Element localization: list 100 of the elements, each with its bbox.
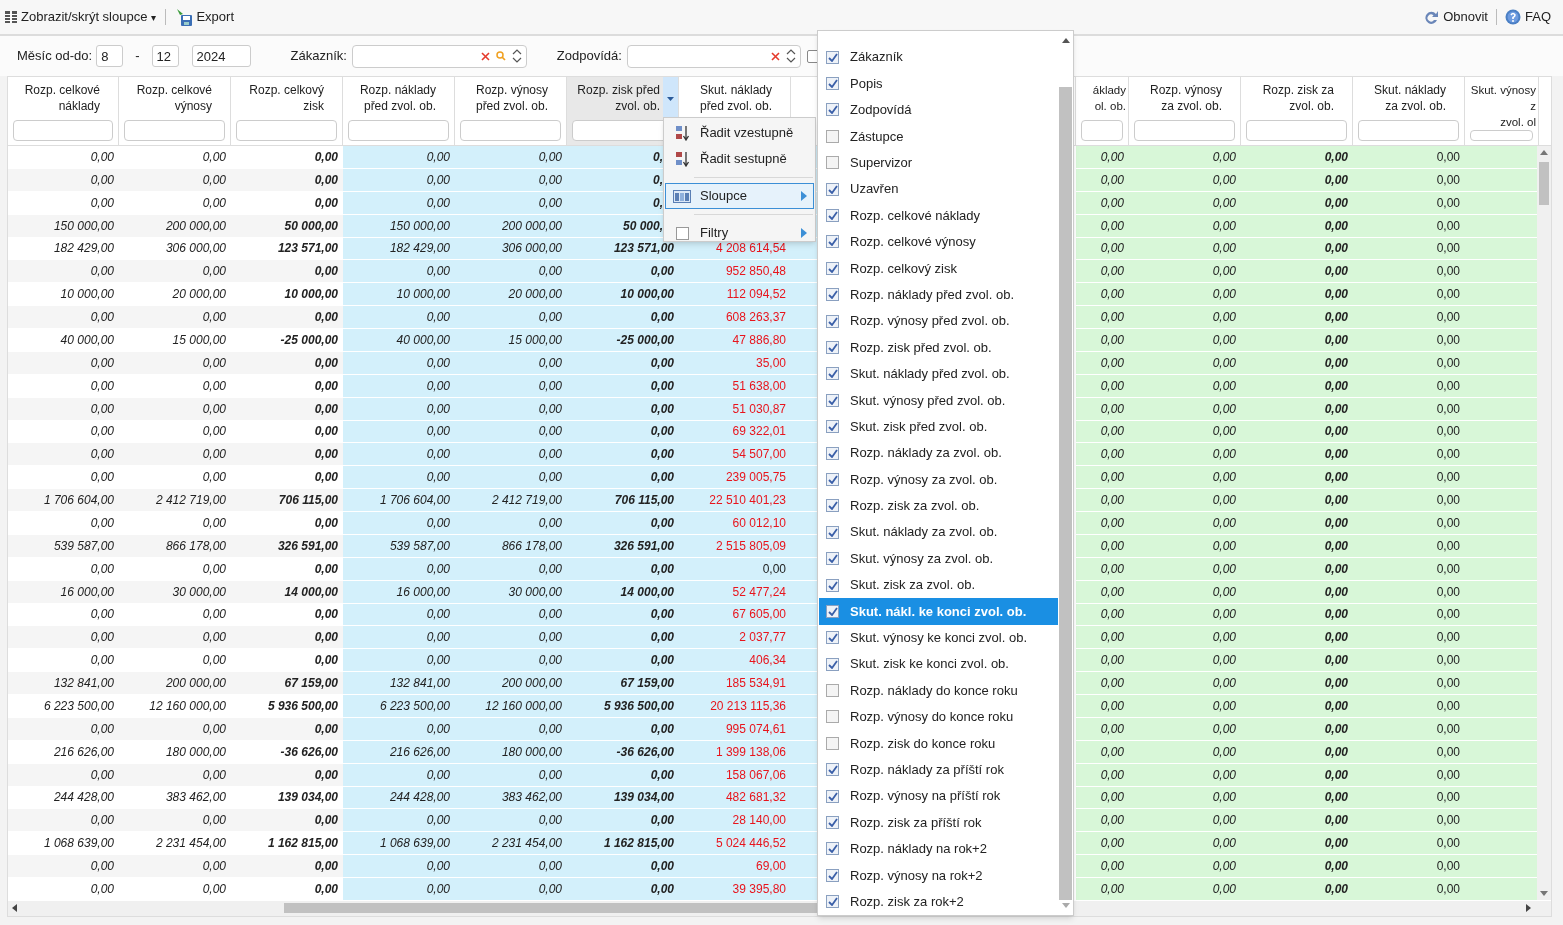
table-cell: 0,00 [567, 512, 679, 535]
table-cell: 0,00 [1353, 626, 1465, 650]
refresh-button[interactable]: Obnovit [1424, 4, 1488, 30]
table-cell: 0,00 [1353, 306, 1465, 329]
table-cell: 0,00 [1076, 351, 1129, 375]
table-cell: 0,00 [343, 168, 455, 192]
column-header[interactable]: Skut. výnosy z zvol. ol [1465, 77, 1538, 130]
menu-item[interactable]: Skut. zisk před zvol. ob. [819, 413, 1058, 440]
column-header[interactable]: Rozp. celkový zisk [231, 77, 342, 114]
menu-item[interactable]: Řadit vzestupně [665, 120, 814, 146]
menu-item[interactable]: Zákazník [819, 44, 1058, 71]
menu-item[interactable]: Rozp. zisk před zvol. ob. [819, 334, 1058, 361]
menu-item[interactable]: Skut. náklady před zvol. ob. [819, 360, 1058, 388]
table-cell: 0,00 [455, 260, 567, 284]
table-cell: 0,00 [1129, 397, 1241, 421]
menu-item[interactable]: Rozp. zisk za zvol. ob. [819, 492, 1058, 520]
table-cell: 0,00 [231, 443, 343, 467]
menu-item[interactable]: Rozp. náklady na rok+2 [819, 835, 1058, 863]
menu-item[interactable]: Skut. náklady za zvol. ob. [819, 519, 1058, 546]
table-cell: 0,00 [1241, 580, 1353, 604]
menu-item[interactable]: Rozp. výnosy na příští rok [819, 782, 1058, 810]
table-cell: 0,00 [1241, 260, 1353, 284]
menu-item[interactable]: Supervizor [819, 149, 1058, 176]
table-cell: 0,00 [567, 557, 679, 581]
menu-item[interactable]: Rozp. výnosy před zvol. ob. [819, 307, 1058, 335]
menu-item[interactable]: Rozp. zisk za příští rok [819, 809, 1058, 836]
table-cell: 0,00 [455, 603, 567, 627]
menu-item[interactable]: Zodpovídá [819, 96, 1058, 124]
month-to-field[interactable]: 12 [151, 45, 179, 67]
table-cell: 150 000,00 [8, 214, 119, 238]
menu-item[interactable]: Skut. výnosy ke konci zvol. ob. [819, 624, 1058, 651]
table-cell: 0,00 [1241, 740, 1353, 764]
table-cell: 0,00 [1241, 420, 1353, 444]
menu-item[interactable]: Zástupce [819, 123, 1058, 150]
table-cell: 0,00 [343, 191, 455, 215]
column-header[interactable]: Rozp. zisk za zvol. ob. [1241, 77, 1352, 114]
menu-item[interactable]: Rozp. celkové výnosy [819, 228, 1058, 256]
columns-toggle-button[interactable]: Zobrazit/skrýt sloupce ▾ [4, 4, 158, 30]
menu-item[interactable]: Rozp. náklady do konce roku [819, 677, 1058, 704]
table-cell: 0,00 [343, 717, 455, 741]
menu-item[interactable]: Rozp. výnosy za zvol. ob. [819, 466, 1058, 493]
table-cell: 995 074,61 [679, 717, 791, 741]
column-header[interactable]: Rozp. celkové výnosy [119, 77, 230, 114]
column-header[interactable]: Skut. náklady před zvol. ob. [679, 77, 790, 114]
menu-item[interactable]: Skut. zisk ke konci zvol. ob. [819, 651, 1058, 678]
table-cell: 0,00 [1241, 489, 1353, 512]
table-cell: 0,00 [1076, 512, 1129, 535]
table-cell: 0,00 [1129, 443, 1241, 467]
table-cell: 0,00 [1353, 786, 1465, 810]
menu-item[interactable]: Rozp. výnosy na rok+2 [819, 862, 1058, 889]
table-cell: 0,00 [1353, 763, 1465, 787]
menu-item[interactable]: Sloupce [665, 183, 814, 209]
table-cell: 0,00 [1129, 672, 1241, 695]
column-header[interactable]: Rozp. výnosy za zvol. ob. [1129, 77, 1240, 114]
year-field[interactable]: 2024 [191, 45, 251, 67]
table-cell: 0,00 [1129, 329, 1241, 352]
table-cell: 0,00 [1353, 146, 1465, 169]
table-cell: 0,00 [343, 443, 455, 467]
table-cell: 60 012,10 [679, 512, 791, 535]
table-cell: 0,00 [1076, 603, 1129, 627]
table-cell: 0,00 [1076, 626, 1129, 650]
field-label: Měsíc od-do: [17, 47, 93, 66]
table-cell: 0,00 [1241, 878, 1353, 901]
column-header[interactable]: Rozp. výnosy před zvol. ob. [455, 77, 566, 114]
table-cell: 0,00 [119, 168, 231, 192]
table-cell: 0,00 [1076, 786, 1129, 810]
column-header[interactable]: Rozp. náklady před zvol. ob. [343, 77, 454, 114]
menu-item[interactable]: Skut. výnosy za zvol. ob. [819, 545, 1058, 572]
table-cell: 0,00 [119, 809, 231, 833]
menu-item[interactable]: Rozp. zisk za rok+2 [819, 888, 1058, 915]
table-cell: 0,00 [1076, 580, 1129, 604]
table-cell: 0,00 [567, 374, 679, 398]
table-cell: 0,00 [8, 809, 119, 833]
column-header[interactable]: áklady ol. ob. [1076, 77, 1128, 114]
menu-item[interactable]: Rozp. výnosy do konce roku [819, 703, 1058, 731]
menu-item[interactable]: Rozp. celkový zisk [819, 255, 1058, 282]
menu-item[interactable]: Popis [819, 70, 1058, 97]
help-button[interactable]: FAQ [1505, 4, 1551, 30]
menu-item[interactable]: Rozp. zisk do konce roku [819, 730, 1058, 757]
menu-item[interactable]: Rozp. celkové náklady [819, 202, 1058, 229]
table-cell: 0,00 [343, 466, 455, 490]
menu-item[interactable]: Rozp. náklady před zvol. ob. [819, 281, 1058, 308]
table-cell: 0,00 [343, 878, 455, 901]
menu-item[interactable]: Skut. zisk za zvol. ob. [819, 571, 1058, 599]
table-cell: 0,00 [1129, 763, 1241, 787]
field-label: Zákazník: [290, 47, 347, 66]
table-cell: 0,00 [567, 420, 679, 444]
table-cell: 0,00 [1129, 351, 1241, 375]
month-from-field[interactable]: 8 [96, 45, 124, 67]
menu-item[interactable]: Uzavřen [819, 175, 1058, 203]
table-cell: 30 000,00 [119, 580, 231, 604]
export-button[interactable]: Export [174, 4, 235, 30]
menu-item[interactable]: Skut. výnosy před zvol. ob. [819, 387, 1058, 414]
column-header[interactable]: Rozp. celkové náklady [8, 77, 118, 114]
table-cell: 0,00 [1353, 809, 1465, 833]
table-cell: 6 223 500,00 [343, 695, 455, 718]
menu-item[interactable]: Rozp. náklady za příští rok [819, 756, 1058, 783]
table-cell: 0,00 [343, 626, 455, 650]
menu-item[interactable]: Rozp. náklady za zvol. ob. [819, 439, 1058, 467]
column-header[interactable]: Skut. náklady za zvol. ob. [1353, 77, 1464, 114]
